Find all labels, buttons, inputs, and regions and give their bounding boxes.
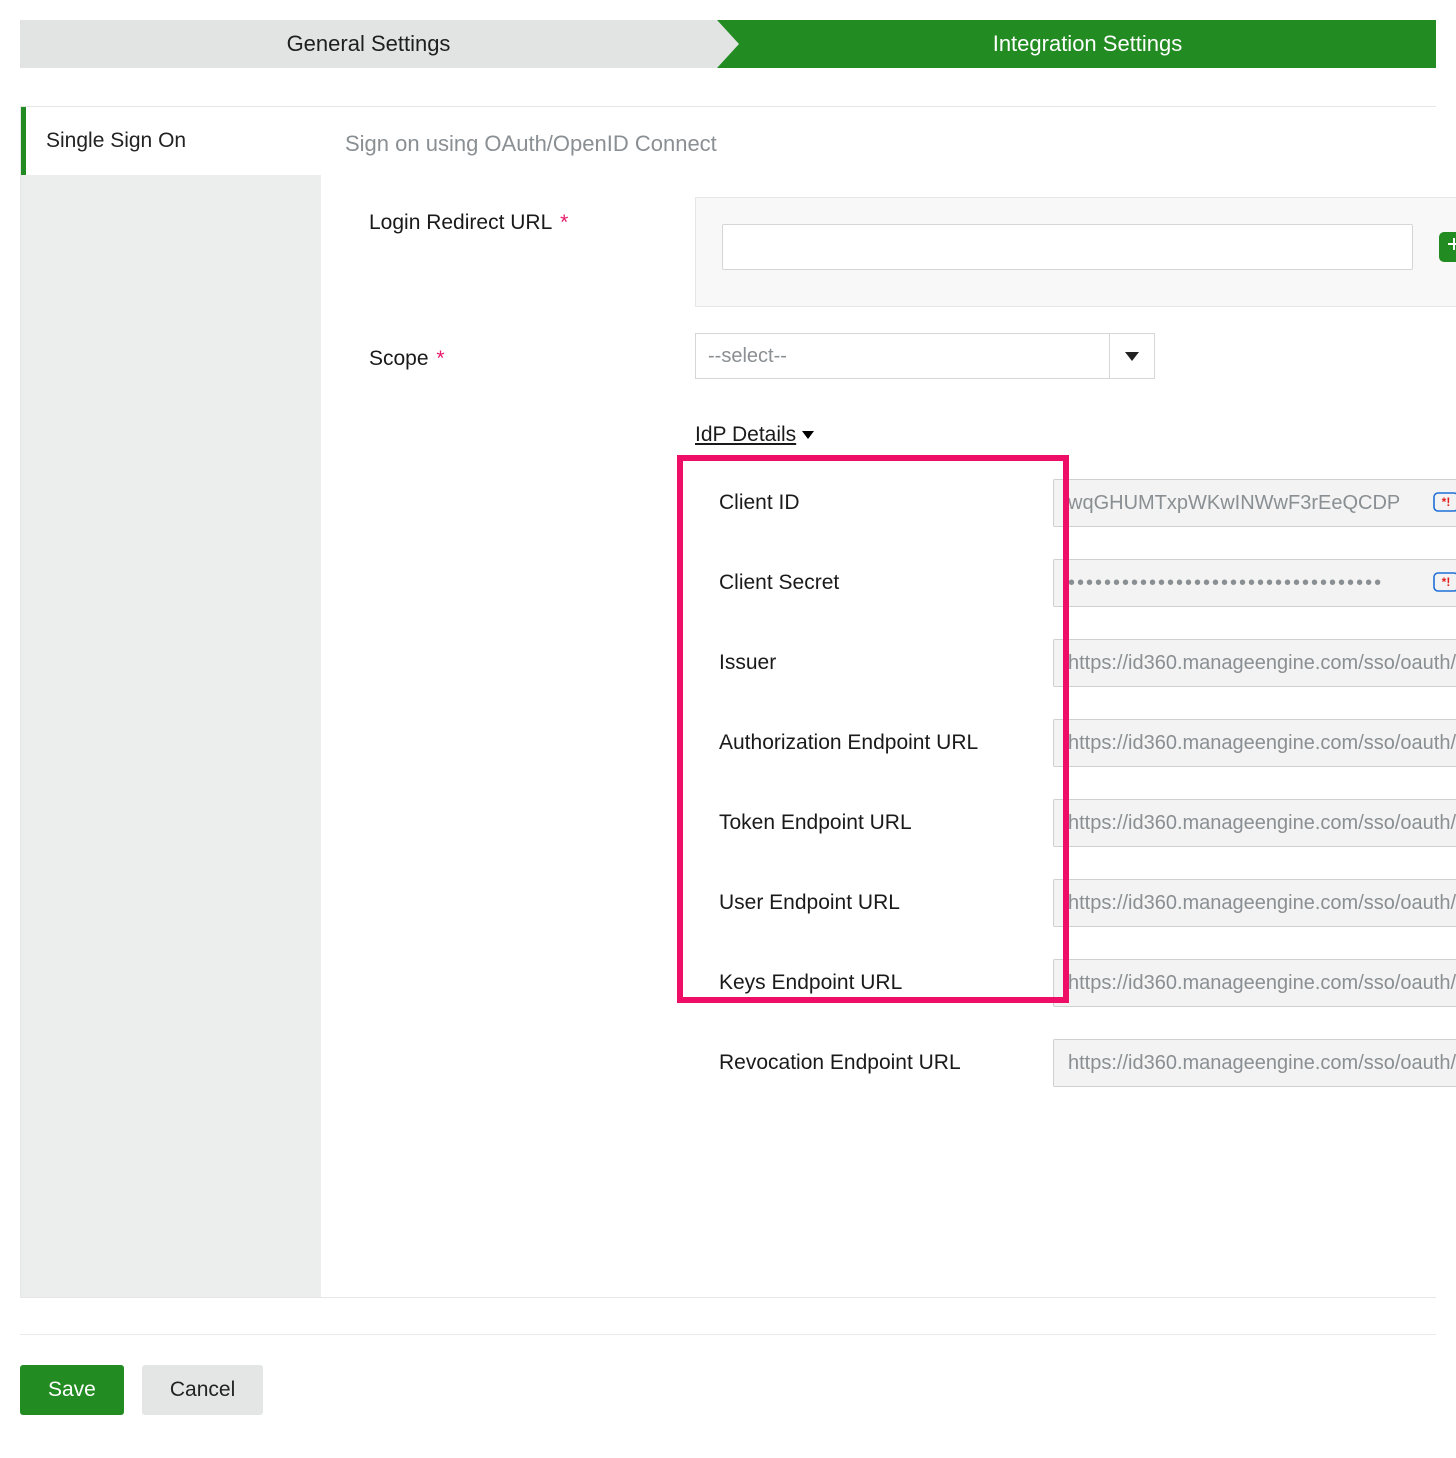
- regenerate-badge-icon[interactable]: *!: [1433, 572, 1456, 594]
- tab-integration-settings[interactable]: Integration Settings: [717, 20, 1436, 68]
- tab-general-label: General Settings: [287, 31, 451, 57]
- value-issuer: https://id360.manageengine.com/sso/oauth…: [1053, 639, 1456, 687]
- row-keys-endpoint: Keys Endpoint URL https://id360.manageen…: [695, 959, 1456, 1007]
- client-secret-text: •••••••••••••••••••••••••••••••••••: [1068, 572, 1383, 595]
- row-issuer: Issuer https://id360.manageengine.com/ss…: [695, 639, 1456, 687]
- user-ep-text: https://id360.manageengine.com/sso/oauth…: [1068, 892, 1456, 915]
- client-id-text: wqGHUMTxpWKwINWwF3rEeQCDP: [1068, 492, 1400, 515]
- row-client-secret: Client Secret ••••••••••••••••••••••••••…: [695, 559, 1456, 607]
- scope-select[interactable]: --select--: [695, 333, 1155, 379]
- label-login-redirect: Login Redirect URL *: [345, 197, 695, 235]
- save-button-label: Save: [48, 1378, 96, 1402]
- content-area: Sign on using OAuth/OpenID Connect Login…: [321, 107, 1456, 1297]
- label-token-endpoint: Token Endpoint URL: [695, 811, 1045, 835]
- idp-details-toggle[interactable]: IdP Details: [695, 423, 814, 447]
- svg-text:*!: *!: [1442, 495, 1451, 509]
- value-client-secret: ••••••••••••••••••••••••••••••••••• *!: [1053, 559, 1456, 607]
- add-redirect-button[interactable]: [1439, 232, 1456, 262]
- row-auth-endpoint: Authorization Endpoint URL https://id360…: [695, 719, 1456, 767]
- value-user-endpoint: https://id360.manageengine.com/sso/oauth…: [1053, 879, 1456, 927]
- idp-details-label: IdP Details: [695, 423, 796, 447]
- label-auth-endpoint: Authorization Endpoint URL: [695, 731, 1045, 755]
- settings-panel: Single Sign On Sign on using OAuth/OpenI…: [20, 106, 1436, 1298]
- sidebar: Single Sign On: [21, 107, 321, 1297]
- required-asterisk: *: [554, 211, 568, 234]
- label-revoke-endpoint: Revocation Endpoint URL: [695, 1051, 1045, 1075]
- auth-ep-text: https://id360.manageengine.com/sso/oauth…: [1068, 732, 1456, 755]
- save-button[interactable]: Save: [20, 1365, 124, 1415]
- row-login-redirect: Login Redirect URL *: [345, 197, 1456, 307]
- footer-separator: [20, 1334, 1436, 1335]
- label-scope: Scope *: [345, 333, 695, 371]
- scope-select-button[interactable]: [1109, 333, 1155, 379]
- sidebar-item-sso-label: Single Sign On: [46, 129, 186, 152]
- label-issuer: Issuer: [695, 651, 1045, 675]
- content-subtitle: Sign on using OAuth/OpenID Connect: [345, 131, 1456, 157]
- sidebar-item-sso[interactable]: Single Sign On: [21, 107, 321, 175]
- value-token-endpoint: https://id360.manageengine.com/sso/oauth…: [1053, 799, 1456, 847]
- caret-down-icon: [802, 431, 814, 439]
- cancel-button[interactable]: Cancel: [142, 1365, 263, 1415]
- row-revoke-endpoint: Revocation Endpoint URL https://id360.ma…: [695, 1039, 1456, 1087]
- tab-integration-label: Integration Settings: [993, 31, 1183, 57]
- label-client-id: Client ID: [695, 491, 1045, 515]
- chevron-down-icon: [1125, 352, 1139, 361]
- settings-tabbar: General Settings Integration Settings: [20, 20, 1436, 68]
- label-keys-endpoint: Keys Endpoint URL: [695, 971, 1045, 995]
- idp-fields: Client ID wqGHUMTxpWKwINWwF3rEeQCDP *!: [695, 479, 1456, 1087]
- token-ep-text: https://id360.manageengine.com/sso/oauth…: [1068, 812, 1456, 835]
- revoke-ep-text: https://id360.manageengine.com/sso/oauth…: [1068, 1052, 1456, 1075]
- svg-text:*!: *!: [1442, 575, 1451, 589]
- tab-general-settings[interactable]: General Settings: [20, 20, 717, 68]
- row-client-id: Client ID wqGHUMTxpWKwINWwF3rEeQCDP *!: [695, 479, 1456, 527]
- issuer-text: https://id360.manageengine.com/sso/oauth…: [1068, 652, 1456, 675]
- plus-icon: [1446, 236, 1456, 258]
- footer-actions: Save Cancel: [20, 1365, 1436, 1415]
- required-asterisk: *: [431, 347, 445, 370]
- value-client-id: wqGHUMTxpWKwINWwF3rEeQCDP *!: [1053, 479, 1456, 527]
- row-scope: Scope * --select-- IdP Details Client: [345, 333, 1456, 1119]
- value-revoke-endpoint: https://id360.manageengine.com/sso/oauth…: [1053, 1039, 1456, 1087]
- label-client-secret: Client Secret: [695, 571, 1045, 595]
- regenerate-badge-icon[interactable]: *!: [1433, 492, 1456, 514]
- keys-ep-text: https://id360.manageengine.com/sso/oauth…: [1068, 972, 1456, 995]
- value-keys-endpoint: https://id360.manageengine.com/sso/oauth…: [1053, 959, 1456, 1007]
- cancel-button-label: Cancel: [170, 1378, 235, 1402]
- row-user-endpoint: User Endpoint URL https://id360.manageen…: [695, 879, 1456, 927]
- row-token-endpoint: Token Endpoint URL https://id360.managee…: [695, 799, 1456, 847]
- login-redirect-input[interactable]: [722, 224, 1413, 270]
- label-user-endpoint: User Endpoint URL: [695, 891, 1045, 915]
- scope-select-text: --select--: [695, 333, 1109, 379]
- value-auth-endpoint: https://id360.manageengine.com/sso/oauth…: [1053, 719, 1456, 767]
- login-redirect-container: [695, 197, 1456, 307]
